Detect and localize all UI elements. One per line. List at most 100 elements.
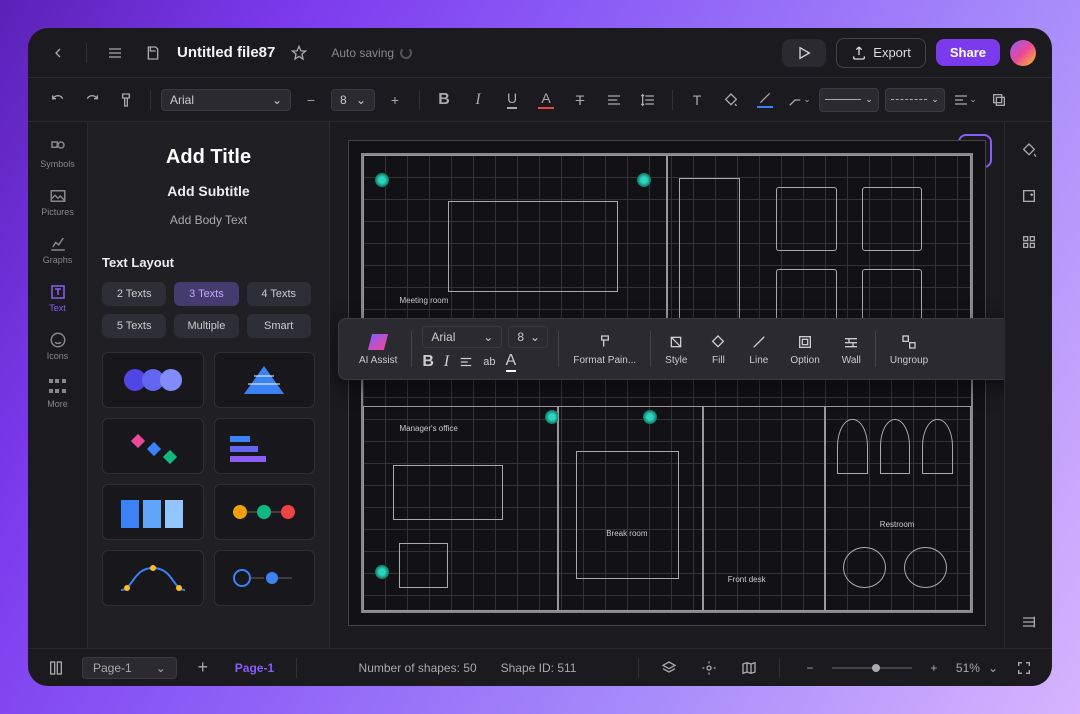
bucket-icon[interactable]: [1015, 136, 1043, 164]
ctx-format-painter[interactable]: Format Pain...: [563, 319, 646, 379]
canvas[interactable]: Meeting room Manager's office: [330, 122, 1004, 648]
rail-icons[interactable]: Icons: [36, 324, 80, 368]
pill-2texts[interactable]: 2 Texts: [102, 282, 166, 306]
collapse-rail-icon[interactable]: [1015, 608, 1043, 636]
layout-thumb[interactable]: [214, 550, 316, 606]
format-painter-button[interactable]: [112, 86, 140, 114]
layout-thumb[interactable]: [102, 550, 204, 606]
pill-5texts[interactable]: 5 Texts: [102, 314, 166, 338]
line-color-button[interactable]: [751, 86, 779, 114]
star-button[interactable]: [285, 39, 313, 67]
preset-subtitle[interactable]: Add Subtitle: [167, 183, 249, 199]
pill-multiple[interactable]: Multiple: [174, 314, 238, 338]
canvas-page[interactable]: Meeting room Manager's office: [348, 140, 986, 626]
italic-button[interactable]: I: [464, 86, 492, 114]
line-dash-select[interactable]: ⌄: [885, 88, 945, 112]
ctx-italic[interactable]: I: [444, 353, 449, 371]
sofa[interactable]: [679, 178, 740, 333]
page-selector[interactable]: Page-1⌄: [82, 657, 177, 679]
manager-desk[interactable]: [393, 465, 502, 520]
desk-pod[interactable]: [776, 187, 837, 251]
layout-thumb[interactable]: [214, 418, 316, 474]
ctx-style[interactable]: Style: [655, 319, 697, 379]
pill-smart[interactable]: Smart: [247, 314, 311, 338]
page-tab[interactable]: Page-1: [229, 661, 280, 675]
ctx-line[interactable]: Line: [739, 319, 778, 379]
desk-pod[interactable]: [862, 187, 923, 251]
strikethrough-button[interactable]: T: [566, 86, 594, 114]
export-button[interactable]: Export: [836, 38, 926, 68]
layers-icon[interactable]: [655, 654, 683, 682]
ctx-option[interactable]: Option: [780, 319, 829, 379]
ctx-fontcolor[interactable]: A: [506, 352, 517, 372]
zoom-out[interactable]: −: [796, 654, 824, 682]
zoom-in[interactable]: +: [920, 654, 948, 682]
zoom-slider[interactable]: [832, 667, 912, 669]
zoom-value[interactable]: 51%: [956, 661, 980, 675]
align-button[interactable]: [600, 86, 628, 114]
toilet[interactable]: [880, 419, 910, 474]
ctx-size-select[interactable]: 8⌄: [508, 326, 548, 348]
ctx-font-select[interactable]: Arial⌄: [422, 326, 502, 348]
font-family-select[interactable]: Arial⌄: [161, 89, 291, 111]
toilet[interactable]: [837, 419, 867, 474]
ctx-align[interactable]: [459, 355, 473, 369]
connector-button[interactable]: ⌄: [785, 86, 813, 114]
break-bed[interactable]: [576, 451, 679, 579]
back-button[interactable]: [44, 39, 72, 67]
text-tool-button[interactable]: T: [683, 86, 711, 114]
rail-pictures[interactable]: Pictures: [36, 180, 80, 224]
layout-thumb[interactable]: [102, 352, 204, 408]
menu-button[interactable]: [101, 39, 129, 67]
ctx-ungroup[interactable]: Ungroup: [880, 319, 938, 379]
ctx-case[interactable]: ab: [483, 356, 495, 368]
layout-thumb[interactable]: [102, 484, 204, 540]
font-color-button[interactable]: A: [532, 86, 560, 114]
apps-icon[interactable]: [1015, 228, 1043, 256]
ctx-wall[interactable]: Wall: [832, 319, 871, 379]
redo-button[interactable]: [78, 86, 106, 114]
map-icon[interactable]: [735, 654, 763, 682]
share-button[interactable]: Share: [936, 39, 1000, 66]
avatar[interactable]: [1010, 40, 1036, 66]
layout-thumb[interactable]: [214, 484, 316, 540]
save-icon[interactable]: [139, 39, 167, 67]
pill-4texts[interactable]: 4 Texts: [247, 282, 311, 306]
play-button[interactable]: [782, 39, 826, 67]
context-toolbar[interactable]: 📌 AI Assist Arial⌄ 8⌄ B I ab A: [338, 318, 1004, 380]
preset-title[interactable]: Add Title: [166, 146, 251, 169]
pill-3texts[interactable]: 3 Texts: [174, 282, 238, 306]
ctx-fill[interactable]: Fill: [699, 319, 737, 379]
rail-text[interactable]: Text: [36, 276, 80, 320]
meeting-table[interactable]: [448, 201, 618, 292]
layout-thumb[interactable]: [214, 352, 316, 408]
focus-icon[interactable]: [695, 654, 723, 682]
ctx-bold[interactable]: B: [422, 353, 434, 371]
layout-thumb[interactable]: [102, 418, 204, 474]
underline-button[interactable]: U: [498, 86, 526, 114]
preset-body[interactable]: Add Body Text: [170, 213, 247, 227]
add-page-button[interactable]: +: [189, 654, 217, 682]
rail-graphs[interactable]: Graphs: [36, 228, 80, 272]
chair[interactable]: [399, 543, 448, 589]
toilet[interactable]: [922, 419, 952, 474]
sink[interactable]: [904, 547, 947, 588]
undo-button[interactable]: [44, 86, 72, 114]
file-title[interactable]: Untitled file87: [177, 44, 275, 61]
rail-more[interactable]: More: [36, 372, 80, 416]
pages-view-icon[interactable]: [42, 654, 70, 682]
fill-button[interactable]: [717, 86, 745, 114]
ctx-ai-assist[interactable]: AI Assist: [349, 319, 407, 379]
font-size-select[interactable]: 8⌄: [331, 89, 375, 111]
layers-button[interactable]: [985, 86, 1013, 114]
rail-symbols[interactable]: Symbols: [36, 132, 80, 176]
add-panel-icon[interactable]: [1015, 182, 1043, 210]
line-spacing-button[interactable]: [634, 86, 662, 114]
distribute-button[interactable]: ⌄: [951, 86, 979, 114]
sink[interactable]: [843, 547, 886, 588]
font-increase[interactable]: +: [381, 86, 409, 114]
bold-button[interactable]: B: [430, 86, 458, 114]
fullscreen-icon[interactable]: [1010, 654, 1038, 682]
line-style-select[interactable]: ⌄: [819, 88, 879, 112]
font-decrease[interactable]: −: [297, 86, 325, 114]
